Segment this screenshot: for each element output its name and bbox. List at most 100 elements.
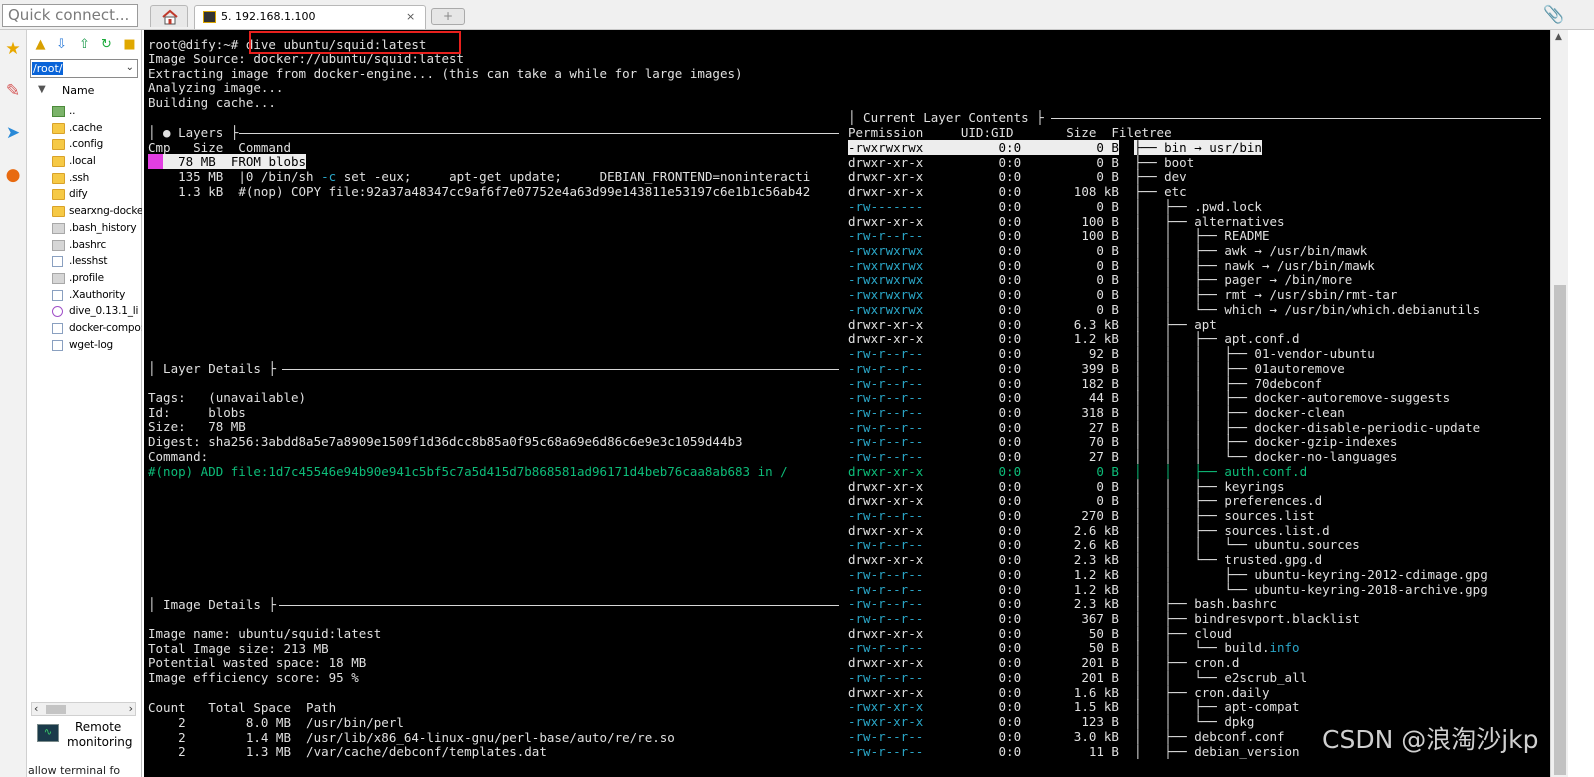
scroll-up-icon[interactable]: ▲ [1555, 32, 1562, 42]
filetree-row[interactable]: drwxr-xr-x 0:0 6.3 kB │ ├── apt [848, 317, 1217, 332]
filetree-row[interactable]: drwxr-xr-x 0:0 50 B │ ├── cloud [848, 626, 1232, 641]
filetree-row[interactable]: drwxr-xr-x 0:0 2.3 kB │ │ └── trusted.gp… [848, 553, 1322, 567]
layers-divider [239, 133, 839, 134]
filetree-row[interactable]: -rwxr-xr-x 0:0 1.5 kB │ │ ├── apt-compat [848, 700, 1300, 714]
new-tab-button[interactable]: + [431, 8, 465, 25]
file-row[interactable]: .. [50, 103, 142, 120]
star-icon[interactable]: ★ [2, 38, 24, 60]
filetree-row[interactable]: -rw-r--r-- 0:0 27 B │ │ │ ├── docker-dis… [848, 420, 1480, 435]
filetree-row[interactable]: -rwxrwxrwx 0:0 0 B │ │ ├── awk → /usr/bi… [848, 244, 1367, 258]
filetree-row[interactable]: -rw-r--r-- 0:0 2.6 kB │ │ │ └── ubuntu.s… [848, 538, 1360, 552]
filetree-row[interactable]: -rw-r--r-- 0:0 201 B │ │ └── e2scrub_all [848, 669, 1307, 685]
file-row[interactable]: .local [50, 153, 142, 170]
close-tab-icon[interactable]: × [406, 6, 415, 28]
scroll-right-icon[interactable]: › [129, 702, 133, 715]
permission: -rw-r--r-- [848, 508, 924, 523]
file-name: .bashrc [69, 238, 107, 251]
filetree-row[interactable]: drwxr-xr-x 0:0 2.6 kB │ │ ├── sources.li… [848, 523, 1330, 538]
filetree-row[interactable]: drwxr-xr-x 0:0 0 B ├── dev [848, 170, 1187, 184]
home-tab[interactable] [150, 5, 188, 27]
terminal-scrollbar[interactable]: ▲ [1550, 30, 1568, 777]
scroll-left-icon[interactable]: ‹ [34, 702, 38, 715]
filetree-entry: │ │ ├── apt-compat [1134, 699, 1300, 715]
filetree-row[interactable]: -rwxrwxrwx 0:0 0 B │ │ └── which → /usr/… [848, 302, 1480, 317]
filetree-row[interactable]: -rw-r--r-- 0:0 1.2 kB │ │ └── ubuntu-key… [848, 581, 1488, 597]
size: 201 B [1081, 669, 1119, 685]
filetree-row[interactable]: -rw-r--r-- 0:0 27 B │ │ │ └── docker-no-… [848, 450, 1397, 464]
session-tab[interactable]: 5. 192.168.1.100 × [194, 5, 426, 29]
layer-row[interactable]: 78 MB FROM blobs [148, 154, 307, 169]
file-row[interactable]: wget-log [50, 337, 142, 354]
send-icon[interactable]: ➤ [2, 122, 24, 144]
globe-icon[interactable]: ● [2, 164, 24, 186]
filetree-row[interactable]: -rw-r--r-- 0:0 11 B │ ├── debian_version [848, 744, 1300, 759]
uid-gid: 0:0 [998, 566, 1022, 582]
file-row[interactable]: .profile [50, 270, 142, 287]
layer-size: 1.3 kB [170, 184, 224, 199]
filetree-row[interactable]: -rwxrwxrwx 0:0 0 B ├── bin → usr/bin [848, 140, 1262, 155]
scroll-thumb[interactable] [46, 705, 66, 714]
filetree-row[interactable]: -rw-r--r-- 0:0 100 B │ │ ├── README [848, 229, 1270, 243]
filetree-entry: │ │ └── ubuntu-keyring-2018-archive.gpg [1134, 581, 1488, 597]
tools-icon[interactable]: ✎ [2, 80, 24, 102]
filetree-row[interactable]: -rwxrwxrwx 0:0 0 B │ │ ├── pager → /bin/… [848, 273, 1352, 287]
filetree-row[interactable]: drwxr-xr-x 0:0 0 B │ │ ├── preferences.d [848, 494, 1322, 508]
filetree-row[interactable]: -rw-r--r-- 0:0 318 B │ │ │ ├── docker-cl… [848, 405, 1345, 420]
file-row[interactable]: docker-compo: [50, 320, 142, 337]
file-row[interactable]: .bashrc [50, 237, 142, 254]
file-icon [52, 306, 63, 318]
refresh-icon[interactable]: ↻ [98, 36, 115, 53]
filetree-row[interactable]: drwxr-xr-x 0:0 1.2 kB │ │ ├── apt.conf.d [848, 332, 1300, 346]
filetree-row[interactable]: drwxr-xr-x 0:0 0 B │ │ ├── auth.conf.d [848, 464, 1307, 479]
filetree-row[interactable]: -rw-r--r-- 0:0 367 B │ ├── bindresvport.… [848, 612, 1360, 626]
filetree-row[interactable]: -rwxrwxrwx 0:0 0 B │ │ ├── nawk → /usr/b… [848, 258, 1375, 273]
file-row[interactable]: .config [50, 136, 142, 153]
filetree-row[interactable]: drwxr-xr-x 0:0 108 kB ├── etc [848, 185, 1187, 199]
new-folder-icon[interactable]: ■ [121, 36, 138, 53]
filetree-row[interactable]: -rw-r--r-- 0:0 44 B │ │ │ ├── docker-aut… [848, 391, 1450, 405]
file-row[interactable]: .ssh [50, 170, 142, 187]
quick-connect-input[interactable]: Quick connect... [2, 4, 138, 27]
upload-icon[interactable]: ⇧ [76, 36, 93, 53]
name-column-header[interactable]: ▼ Name [38, 84, 138, 100]
file-row[interactable]: .lesshst [50, 253, 142, 270]
filetree-row[interactable]: drwxr-xr-x 0:0 1.6 kB │ ├── cron.daily [848, 685, 1269, 700]
filetree-entry: │ │ └── dpkg [1134, 714, 1255, 730]
terminal[interactable]: root@dify:~# dive ubuntu/squid:latest Im… [144, 30, 1550, 777]
file-row[interactable]: .Xauthority [50, 287, 142, 304]
download-icon[interactable]: ⇩ [53, 36, 70, 53]
filetree-row[interactable]: -rw-r--r-- 0:0 92 B │ │ │ ├── 01-vendor-… [848, 347, 1375, 361]
filetree-row[interactable]: -rw-r--r-- 0:0 1.2 kB │ │ ├── ubuntu-key… [848, 566, 1488, 582]
layer-command-post: set -eux; apt-get update; DEBIAN_FRONTEN… [336, 169, 811, 184]
path-select[interactable]: /root/ ⌄ [30, 59, 138, 78]
folder-up-icon[interactable]: ▲ [32, 36, 49, 53]
browser-horizontal-scrollbar[interactable]: ‹ › [31, 702, 136, 716]
filetree-row[interactable]: -rw------- 0:0 0 B │ ├── .pwd.lock [848, 199, 1262, 214]
filetree-row[interactable]: drwxr-xr-x 0:0 0 B ├── boot [848, 155, 1194, 170]
filetree-row[interactable]: drwxr-xr-x 0:0 201 B │ ├── cron.d [848, 656, 1239, 670]
remote-monitoring-button[interactable]: ∿ Remote monitoring [35, 720, 139, 760]
filetree-row[interactable]: -rw-r--r-- 0:0 70 B │ │ │ ├── docker-gzi… [848, 435, 1397, 449]
filetree-row[interactable]: -rw-r--r-- 0:0 3.0 kB │ ├── debconf.conf [848, 729, 1285, 744]
layer-row[interactable]: 135 MB |0 /bin/sh -c set -eux; apt-get u… [148, 170, 810, 184]
filetree-row[interactable]: -rw-r--r-- 0:0 270 B │ │ ├── sources.lis… [848, 509, 1315, 523]
filetree-row[interactable]: -rwxr-xr-x 0:0 123 B │ │ └── dpkg [848, 715, 1254, 729]
file-row[interactable]: dify [50, 186, 142, 203]
paperclip-icon[interactable]: 📎 [1543, 5, 1564, 25]
uid-gid: 0:0 [998, 434, 1022, 450]
filetree-row[interactable]: drwxr-xr-x 0:0 0 B │ │ ├── keyrings [848, 479, 1285, 494]
file-row[interactable]: .bash_history [50, 220, 142, 237]
filetree-row[interactable]: drwxr-xr-x 0:0 100 B │ ├── alternatives [848, 214, 1285, 229]
file-row[interactable]: searxng-docke [50, 203, 142, 220]
filetree-row[interactable]: -rw-r--r-- 0:0 399 B │ │ │ ├── 01autorem… [848, 361, 1345, 376]
filetree-row[interactable]: -rw-r--r-- 0:0 50 B │ │ └── build.info [848, 641, 1300, 655]
filetree-row[interactable]: -rwxrwxrwx 0:0 0 B │ │ ├── rmt → /usr/sb… [848, 288, 1397, 302]
layer-row[interactable]: 1.3 kB #(nop) COPY file:92a37a48347cc9af… [148, 185, 810, 199]
scroll-thumb[interactable] [1554, 285, 1566, 775]
file-row[interactable]: dive_0.13.1_li [50, 303, 142, 320]
filetree-row[interactable]: -rw-r--r-- 0:0 2.3 kB │ ├── bash.bashrc [848, 597, 1277, 611]
filetree-row[interactable]: -rw-r--r-- 0:0 182 B │ │ │ ├── 70debconf [848, 376, 1322, 391]
follow-terminal-checkbox-label[interactable]: allow terminal fo [28, 764, 142, 777]
file-row[interactable]: .cache [50, 120, 142, 137]
file-icon [52, 256, 63, 268]
